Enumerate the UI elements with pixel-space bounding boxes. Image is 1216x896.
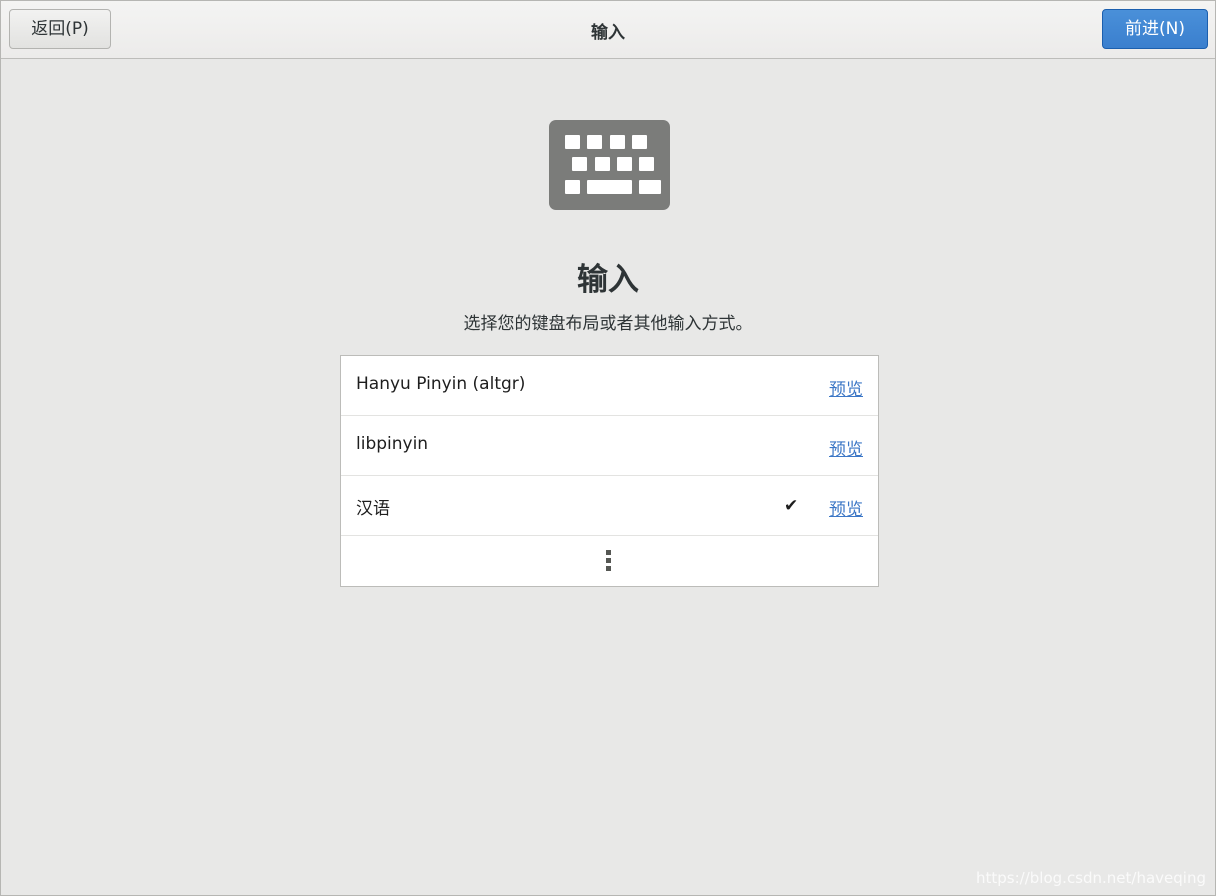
input-source-row[interactable]: Hanyu Pinyin (altgr) 预览 — [341, 356, 878, 416]
more-vertical-icon[interactable] — [606, 550, 612, 572]
watermark: https://blog.csdn.net/haveqing — [976, 869, 1206, 887]
page-subtitle: 选择您的键盘布局或者其他输入方式。 — [463, 314, 753, 334]
input-source-name: libpinyin — [356, 434, 429, 454]
input-source-row[interactable]: 汉语 ✔ 预览 — [341, 476, 878, 536]
window: 返回(P) 输入 前进(N) 输入 选择您的键盘布局或者其他输入方式。 Hany… — [0, 0, 1216, 896]
more-row[interactable] — [341, 536, 878, 586]
input-source-row[interactable]: libpinyin 预览 — [341, 416, 878, 476]
input-source-name: 汉语 — [356, 499, 390, 519]
page-title: 输入 — [577, 262, 639, 298]
input-source-list: Hanyu Pinyin (altgr) 预览 libpinyin 预览 汉语 … — [340, 355, 879, 587]
next-button[interactable]: 前进(N) — [1102, 9, 1208, 49]
header-title: 输入 — [591, 23, 625, 43]
preview-link[interactable]: 预览 — [829, 375, 863, 400]
keyboard-icon — [549, 120, 670, 214]
header-bar: 返回(P) 输入 前进(N) — [1, 1, 1215, 59]
preview-link[interactable]: 预览 — [829, 435, 863, 460]
preview-link[interactable]: 预览 — [829, 495, 863, 520]
checkmark-icon: ✔ — [784, 496, 799, 516]
input-source-name: Hanyu Pinyin (altgr) — [356, 374, 526, 394]
